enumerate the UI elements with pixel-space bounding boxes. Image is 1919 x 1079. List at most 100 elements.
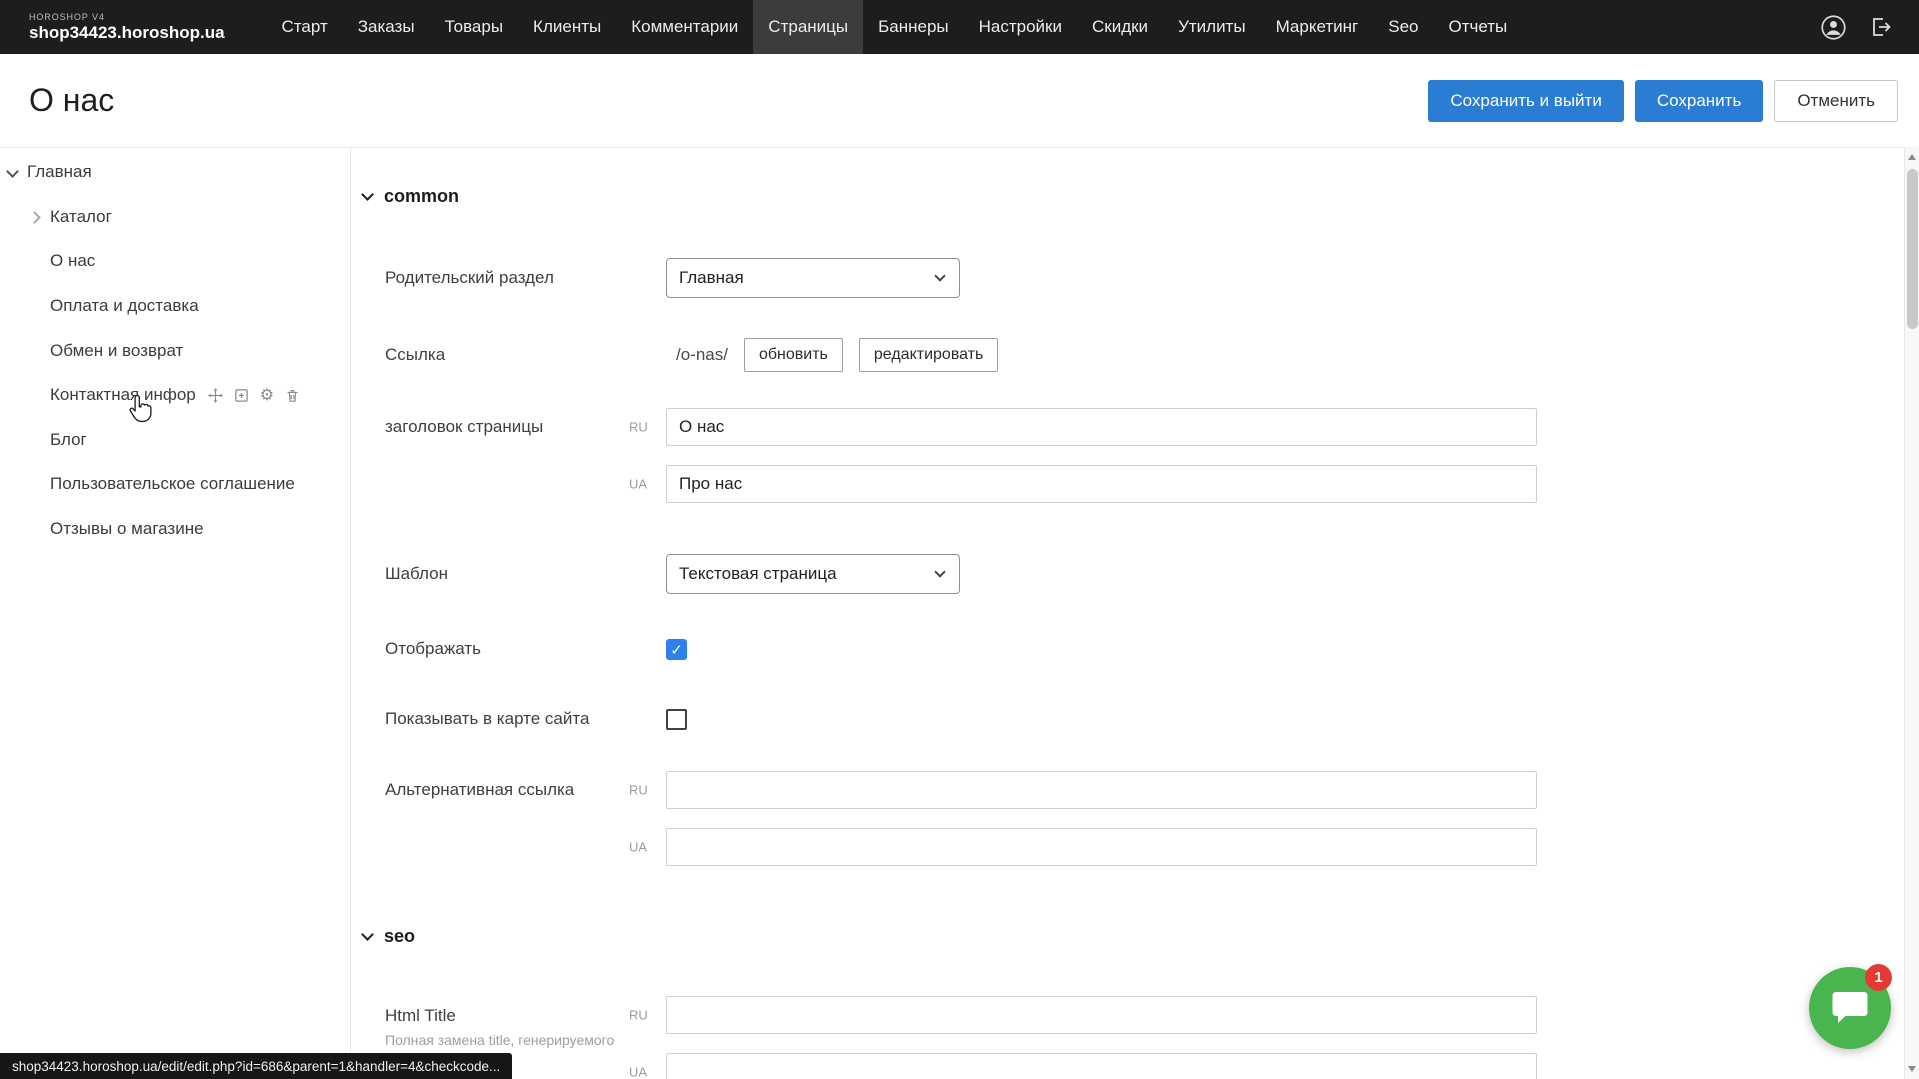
nav-item-marketing[interactable]: Маркетинг [1261,0,1374,54]
content: Главная Каталог О нас Оплата и доставка … [0,147,1919,1079]
tree-item-home[interactable]: Главная [0,150,350,195]
html-title-hint: Полная замена title, генерируемого [385,1032,666,1050]
pages-sidebar: Главная Каталог О нас Оплата и доставка … [0,148,351,1079]
chevron-right-icon [28,211,41,224]
topbar-icons [1820,14,1919,41]
brand[interactable]: HOROSHOP V4 shop34423.horoshop.ua [0,12,225,43]
parent-section-row: Родительский раздел Главная [385,258,1864,298]
nav-item-utilities[interactable]: Утилиты [1163,0,1261,54]
page-title-ru-input[interactable] [666,408,1537,446]
tree-item-actions: ⚙ [208,387,300,403]
tree-item-label: Каталог [50,207,112,227]
page-title-row: заголовок страницы RU UA [385,408,1864,503]
alt-link-label: Альтернативная ссылка [385,771,666,800]
link-label: Ссылка [385,338,666,372]
nav-item-settings[interactable]: Настройки [964,0,1077,54]
parent-section-select[interactable]: Главная [666,258,960,298]
pages-tree: Главная Каталог О нас Оплата и доставка … [0,148,350,551]
page-title-ua-input[interactable] [666,465,1537,503]
add-subpage-icon[interactable] [234,388,249,403]
tree-item-user-agreement[interactable]: Пользовательское соглашение [0,462,350,507]
tree-item-contact-info[interactable]: Контактная инфор ⚙ [0,373,350,418]
template-select[interactable]: Текстовая страница [666,554,960,594]
link-row: Ссылка /o-nas/ обновить редактировать [385,338,1864,372]
chevron-down-icon [361,188,374,201]
tree-item-label: Оплата и доставка [50,296,199,316]
tree-item-exchange-return[interactable]: Обмен и возврат [0,328,350,373]
tree-item-blog[interactable]: Блог [0,418,350,463]
page-title: О нас [29,82,114,119]
nav-item-seo[interactable]: Seo [1373,0,1433,54]
parent-section-label: Родительский раздел [385,258,666,298]
tree-item-about[interactable]: О нас [0,239,350,284]
lang-tag-ru: RU [629,783,648,798]
tree-item-label: Главная [27,162,92,182]
tree-item-payment-delivery[interactable]: Оплата и доставка [0,284,350,329]
chat-unread-badge: 1 [1865,964,1892,991]
html-title-ua-input[interactable] [666,1053,1537,1079]
save-and-exit-button[interactable]: Сохранить и выйти [1428,80,1623,122]
link-edit-button[interactable]: редактировать [859,338,998,372]
nav-item-discounts[interactable]: Скидки [1077,0,1163,54]
lang-tag-ua: UA [629,477,647,492]
section-common[interactable]: common [363,186,459,207]
vertical-scrollbar [1904,147,1919,1079]
alt-link-ua-input[interactable] [666,828,1537,866]
html-title-label: Html Title [385,1006,666,1026]
nav-item-products[interactable]: Товары [430,0,518,54]
tree-item-label: Блог [50,430,87,450]
tree-item-label: Контактная инфор [50,385,196,405]
tree-item-label: Пользовательское соглашение [50,474,295,494]
scroll-up-arrow[interactable] [1905,149,1919,165]
nav-item-reports[interactable]: Отчеты [1433,0,1522,54]
cancel-button[interactable]: Отменить [1774,80,1898,122]
gear-icon[interactable]: ⚙ [260,387,274,403]
scroll-down-arrow[interactable] [1905,1061,1919,1077]
move-icon[interactable] [208,388,223,403]
page-header: О нас Сохранить и выйти Сохранить Отмени… [0,54,1919,147]
section-seo-label: seo [384,926,415,947]
save-button[interactable]: Сохранить [1635,80,1763,122]
lang-tag-ru: RU [629,1008,648,1023]
check-icon: ✓ [670,641,683,659]
template-label: Шаблон [385,554,666,594]
nav-item-orders[interactable]: Заказы [343,0,430,54]
section-common-label: common [384,186,459,207]
html-title-ru-input[interactable] [666,996,1537,1034]
html-title-row: Html Title Полная замена title, генериру… [385,996,1864,1079]
alt-link-row: Альтернативная ссылка RU UA [385,771,1864,866]
top-nav: Старт Заказы Товары Клиенты Комментарии … [267,0,1523,54]
scrollbar-thumb[interactable] [1907,169,1918,329]
tree-item-store-reviews[interactable]: Отзывы о магазине [0,507,350,552]
nav-item-comments[interactable]: Комментарии [616,0,753,54]
display-row: Отображать ✓ [385,638,1864,660]
nav-item-start[interactable]: Старт [267,0,343,54]
sitemap-row: Показывать в карте сайта [385,708,1864,730]
nav-item-banners[interactable]: Баннеры [863,0,964,54]
logout-icon[interactable] [1869,15,1893,39]
alt-link-ru-input[interactable] [666,771,1537,809]
tree-item-label: Отзывы о магазине [50,519,204,539]
nav-item-pages[interactable]: Страницы [753,0,863,54]
nav-item-clients[interactable]: Клиенты [518,0,616,54]
account-icon[interactable] [1820,14,1847,41]
display-checkbox[interactable]: ✓ [666,639,687,660]
section-seo[interactable]: seo [363,926,415,947]
tree-item-label: Обмен и возврат [50,341,183,361]
display-label: Отображать [385,638,666,660]
tree-item-catalog[interactable]: Каталог [0,195,350,240]
chat-launcher[interactable]: 1 [1809,967,1891,1049]
brand-domain: shop34423.horoshop.ua [29,23,225,43]
trash-icon[interactable] [285,388,300,403]
template-value: Текстовая страница [679,564,837,584]
sitemap-checkbox[interactable] [666,709,687,730]
chevron-down-icon [6,165,19,178]
chevron-down-icon [934,270,945,281]
lang-tag-ua: UA [629,840,647,855]
template-row: Шаблон Текстовая страница [385,554,1864,594]
topbar: HOROSHOP V4 shop34423.horoshop.ua Старт … [0,0,1919,54]
brand-version: HOROSHOP V4 [29,12,225,22]
link-update-button[interactable]: обновить [744,338,843,372]
parent-section-value: Главная [679,268,744,288]
header-buttons: Сохранить и выйти Сохранить Отменить [1428,80,1898,122]
